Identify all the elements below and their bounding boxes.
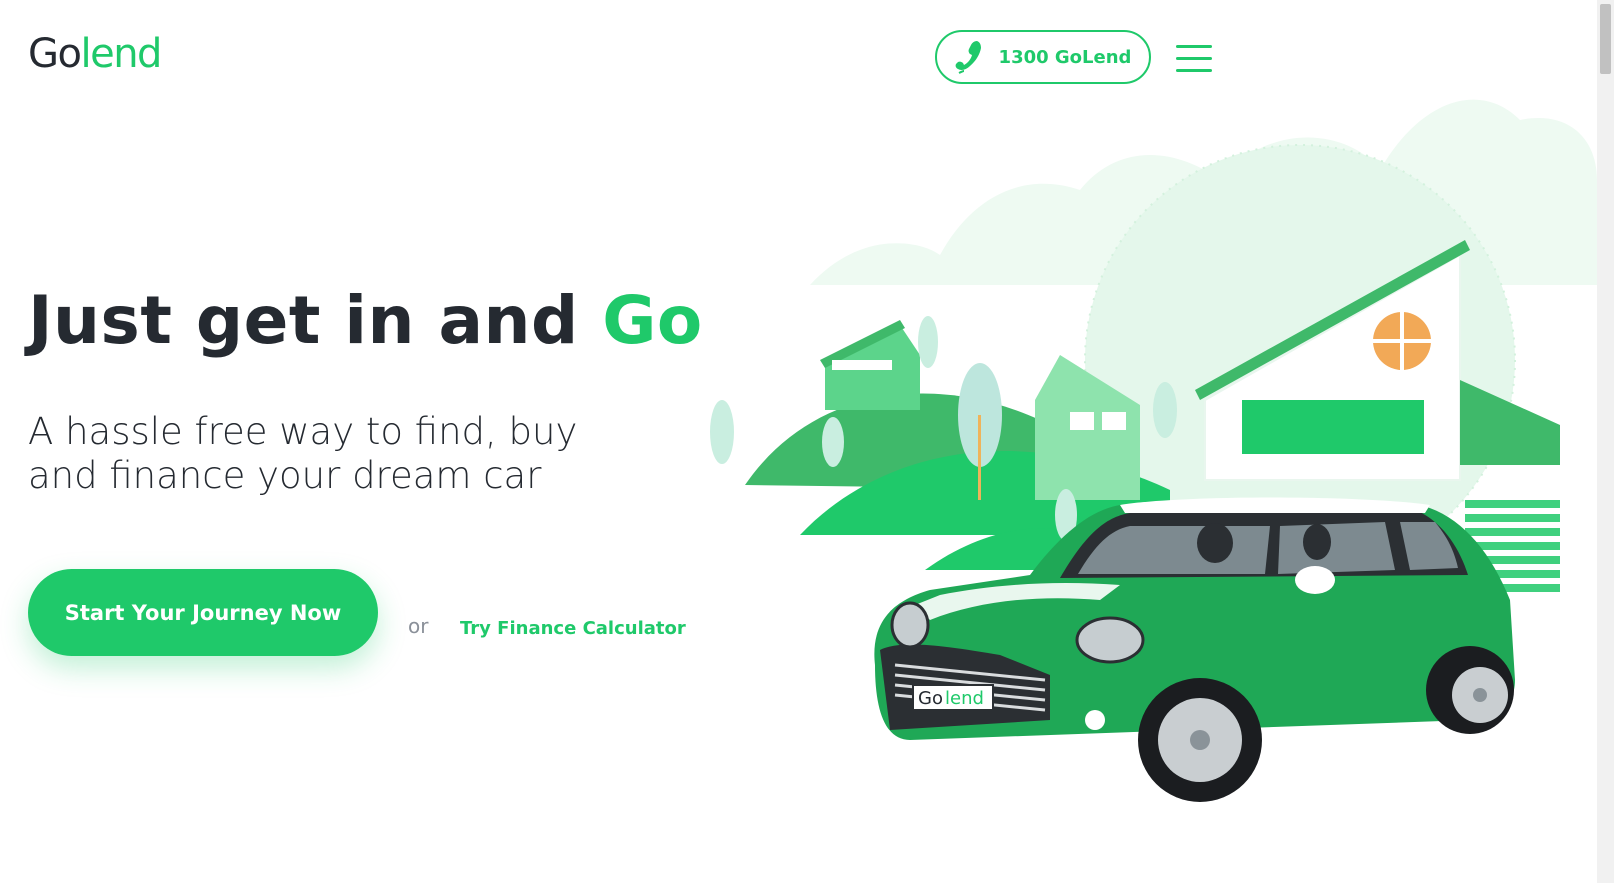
golend-logo[interactable]: Golend	[28, 31, 162, 77]
hero-subheading: A hassle free way to find, buy and finan…	[28, 410, 578, 497]
headline-accent: Go	[602, 282, 703, 359]
house-left	[820, 320, 920, 410]
plate-lend: lend	[945, 688, 984, 709]
or-separator: or	[408, 614, 429, 638]
hero-headline: Just get in and Go	[28, 282, 703, 359]
plate-go: Go	[918, 688, 943, 709]
menu-bar	[1176, 45, 1212, 48]
menu-bar	[1176, 69, 1212, 72]
logo-go: Go	[28, 31, 82, 77]
page-scrollbar[interactable]	[1597, 0, 1614, 883]
logo-lend: lend	[80, 31, 162, 77]
scrollbar-thumb[interactable]	[1600, 4, 1611, 74]
start-journey-button[interactable]: Start Your Journey Now	[28, 569, 378, 656]
phone-number-label: 1300 GoLend	[998, 46, 1132, 68]
phone-call-button[interactable]: 1300 GoLend	[935, 30, 1151, 84]
headline-main: Just get in and	[28, 282, 603, 359]
menu-bar	[1176, 57, 1212, 60]
hamburger-menu-icon[interactable]	[1176, 43, 1212, 73]
finance-calculator-link[interactable]: Try Finance Calculator	[460, 618, 686, 639]
hero-illustration: Go lend	[710, 99, 1597, 802]
car: Go lend	[874, 497, 1515, 802]
phone-icon	[955, 41, 981, 74]
